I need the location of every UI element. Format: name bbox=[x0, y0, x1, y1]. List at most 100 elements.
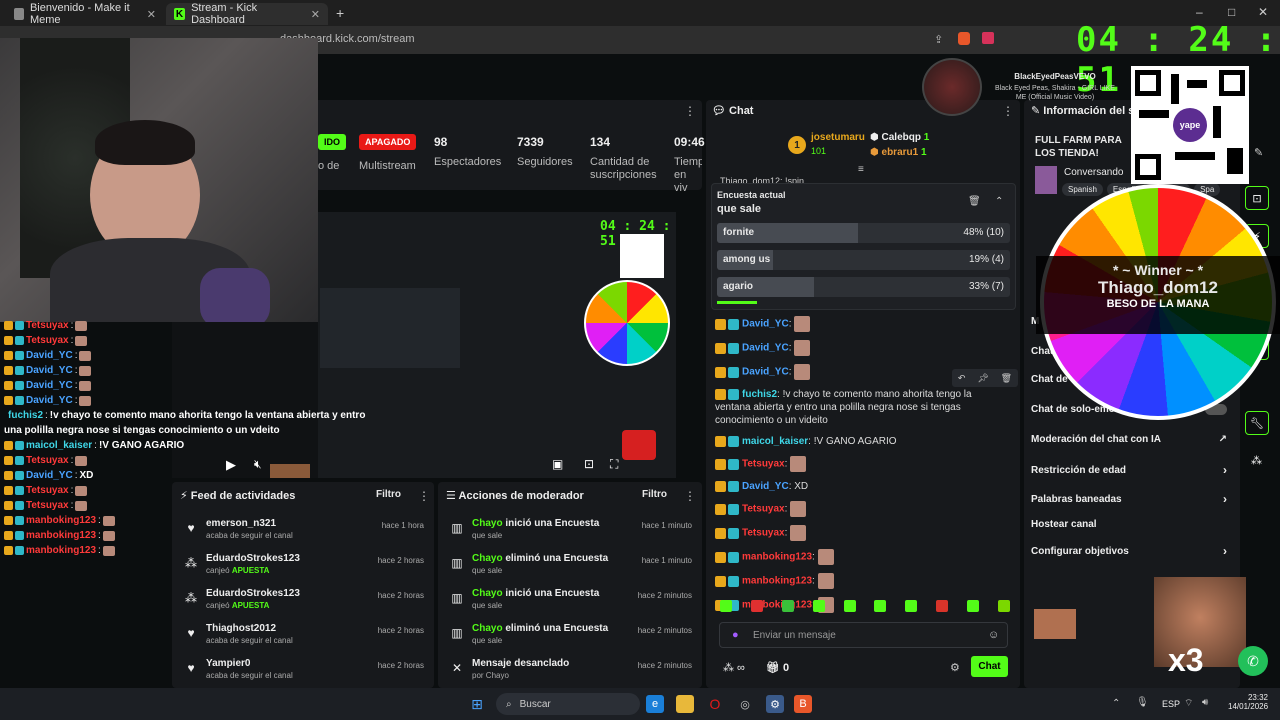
app-icon[interactable]: ◎ bbox=[736, 695, 754, 713]
activity-item[interactable]: ⁂ EduardoStrokes123 canjeó APUESTA hace 2 h… bbox=[176, 588, 432, 623]
emote-icon[interactable] bbox=[720, 600, 732, 612]
chat-menu-icon[interactable]: ⋮ bbox=[1002, 104, 1014, 118]
close-tab-icon[interactable]: ✕ bbox=[147, 8, 156, 21]
volume-icon[interactable]: 🔊︎ bbox=[1202, 697, 1208, 708]
mod-action-item[interactable]: ▥ Chayo inició una Encuesta que sale hace 2… bbox=[442, 588, 700, 623]
network-icon[interactable]: ⌔ bbox=[1184, 697, 1193, 710]
whatsapp-icon[interactable]: ✆ bbox=[1238, 646, 1268, 676]
tray-language[interactable]: ESP bbox=[1162, 699, 1180, 709]
edge-icon[interactable]: e bbox=[646, 695, 664, 713]
emote-icon[interactable] bbox=[997, 600, 1010, 612]
mod-filter-button[interactable]: Filtro bbox=[642, 489, 667, 500]
mod-action-item[interactable]: ✕ Mensaje desanclado por Chayo hace 2 minut… bbox=[442, 658, 700, 686]
mod-action-item[interactable]: ▥ Chayo eliminó una Encuesta que sale hace … bbox=[442, 623, 700, 658]
chat-username[interactable]: manboking123 bbox=[742, 552, 812, 563]
brave-shield-icon[interactable] bbox=[958, 32, 970, 45]
mod-actor[interactable]: Chayo bbox=[472, 518, 503, 529]
mod-action-item[interactable]: ▥ Chayo eliminó una Encuesta que sale hace … bbox=[442, 553, 700, 588]
settings-app-icon[interactable]: ⚙ bbox=[766, 695, 784, 713]
mod-actor[interactable]: Chayo bbox=[472, 588, 503, 599]
chat-message[interactable]: David_YC: bbox=[715, 340, 1015, 356]
close-window-icon[interactable]: ✕ bbox=[1258, 5, 1268, 19]
mod-menu-icon[interactable]: ⋮ bbox=[684, 489, 696, 503]
file-explorer-icon[interactable] bbox=[676, 695, 694, 713]
poll-option[interactable]: fornite 48% (10) bbox=[717, 223, 1010, 243]
chevron-right-icon[interactable]: › bbox=[1223, 544, 1227, 558]
activity-item[interactable]: ⁂ EduardoStrokes123 canjeó APUESTA hace 2 h… bbox=[176, 553, 432, 588]
chat-setting-row[interactable]: Palabras baneadas › bbox=[1031, 492, 1227, 506]
delete-poll-icon[interactable]: 🗑︎ bbox=[968, 196, 981, 207]
emote-icon[interactable] bbox=[905, 600, 918, 612]
pip-icon[interactable]: ▣ bbox=[552, 457, 563, 471]
tab-kick-dashboard[interactable]: K Stream - Kick Dashboard ✕ bbox=[166, 2, 328, 26]
activity-menu-icon[interactable]: ⋮ bbox=[418, 489, 430, 503]
chat-message[interactable]: Tetsuyax: bbox=[715, 501, 1015, 517]
emote-icon[interactable] bbox=[936, 600, 949, 612]
leader-2[interactable]: ⬢ Calebqp 1 bbox=[870, 132, 929, 143]
chevron-right-icon[interactable]: › bbox=[1223, 463, 1227, 477]
multistream-off-badge[interactable]: APAGADO bbox=[359, 134, 417, 150]
chat-message[interactable]: David_YC: bbox=[715, 316, 1015, 332]
delete-message-icon[interactable]: 🗑︎ bbox=[1001, 373, 1012, 384]
chat-username[interactable]: David_YC bbox=[742, 319, 789, 330]
chat-message[interactable]: manboking123: bbox=[715, 573, 1015, 589]
external-link-icon[interactable]: ↗ bbox=[1219, 434, 1227, 445]
reply-icon[interactable]: ↶ bbox=[958, 373, 966, 384]
opera-icon[interactable]: O bbox=[706, 695, 724, 713]
points-icon[interactable]: ⁂ ∞ bbox=[723, 661, 745, 674]
collapse-poll-icon[interactable]: ⌃ bbox=[995, 196, 1003, 207]
chat-input[interactable]: ● Enviar un mensaje ☺ bbox=[719, 622, 1008, 648]
channel-points[interactable]: 🎁︎ 0 bbox=[766, 661, 789, 674]
brave-rewards-icon[interactable] bbox=[982, 32, 994, 44]
emote-icon[interactable] bbox=[843, 600, 856, 612]
chat-setting-row[interactable]: Moderación del chat con IA ↗ bbox=[1031, 434, 1227, 445]
chat-username[interactable]: manboking123 bbox=[742, 576, 812, 587]
chat-settings-icon[interactable]: ⚙ bbox=[950, 661, 960, 674]
close-tab-icon[interactable]: ✕ bbox=[311, 8, 320, 21]
chat-message[interactable]: Tetsuyax: bbox=[715, 525, 1015, 541]
tray-clock[interactable]: 23:32 14/01/2026 bbox=[1228, 693, 1268, 711]
emote-icon[interactable] bbox=[874, 600, 887, 612]
tab-make-it-meme[interactable]: Bienvenido - Make it Meme ✕ bbox=[6, 2, 164, 26]
chat-username[interactable]: David_YC bbox=[742, 481, 789, 492]
chat-username[interactable]: fuchis2 bbox=[742, 389, 777, 400]
chat-message[interactable]: Tetsuyax: bbox=[715, 456, 1015, 472]
chat-setting-row[interactable]: Configurar objetivos › bbox=[1031, 544, 1227, 558]
activity-item[interactable]: ♥ Thiaghost2012 acaba de seguir el canal ha… bbox=[176, 623, 432, 658]
poll-option[interactable]: among us 19% (4) bbox=[717, 250, 1010, 270]
stats-menu-icon[interactable]: ⋮ bbox=[684, 104, 696, 118]
send-chat-button[interactable]: Chat bbox=[971, 656, 1008, 677]
chat-message[interactable]: David_YC: XD bbox=[715, 480, 1015, 493]
leader-3[interactable]: ⬢ ebraru1 1 bbox=[870, 147, 927, 158]
share-icon[interactable]: ⇪ bbox=[934, 33, 943, 46]
theatre-icon[interactable]: ⊡ bbox=[584, 457, 594, 471]
new-tab-icon[interactable]: + bbox=[336, 5, 344, 21]
tray-chevron-icon[interactable]: ⌃ bbox=[1112, 698, 1120, 709]
mod-action-item[interactable]: ▥ Chayo inició una Encuesta que sale hace 1… bbox=[442, 518, 700, 553]
emote-icon[interactable] bbox=[967, 600, 979, 612]
taskbar-search[interactable]: ⌕ Buscar bbox=[496, 693, 640, 715]
pin-icon[interactable]: 📌︎ bbox=[977, 373, 988, 384]
activity-item[interactable]: ♥ emerson_n321 acaba de seguir el canal hac… bbox=[176, 518, 432, 553]
emote-icon[interactable] bbox=[812, 600, 825, 612]
maximize-icon[interactable]: □ bbox=[1228, 5, 1235, 19]
start-icon[interactable]: ⊞ bbox=[468, 695, 486, 713]
tag-chip[interactable]: Spanish bbox=[1062, 183, 1103, 196]
activity-item[interactable]: ♥ Yampier0 acaba de seguir el canal hace 2 … bbox=[176, 658, 432, 686]
chat-setting-row[interactable]: Restricción de edad › bbox=[1031, 463, 1227, 477]
chat-username[interactable]: David_YC bbox=[742, 367, 789, 378]
chat-username[interactable]: David_YC bbox=[742, 343, 789, 354]
microphone-icon[interactable]: ● bbox=[732, 629, 739, 641]
chat-message[interactable]: maicol_kaiser: !V GANO AGARIO bbox=[715, 435, 1015, 448]
emote-icon[interactable] bbox=[781, 600, 794, 612]
mod-actor[interactable]: Chayo bbox=[472, 553, 503, 564]
fullscreen-icon[interactable]: ⛶ bbox=[610, 457, 618, 472]
mod-actor[interactable]: Chayo bbox=[472, 623, 503, 634]
brave-icon[interactable]: B bbox=[794, 695, 812, 713]
side-rail-points-icon[interactable]: ⁂ bbox=[1251, 454, 1262, 467]
leader-1-name[interactable]: josetumaru bbox=[811, 132, 865, 143]
tray-mic-icon[interactable]: 🎙︎ bbox=[1136, 697, 1149, 708]
chat-username[interactable]: Tetsuyax bbox=[742, 504, 785, 515]
chat-username[interactable]: Tetsuyax bbox=[742, 528, 785, 539]
emoji-icon[interactable]: ☺ bbox=[988, 629, 999, 641]
